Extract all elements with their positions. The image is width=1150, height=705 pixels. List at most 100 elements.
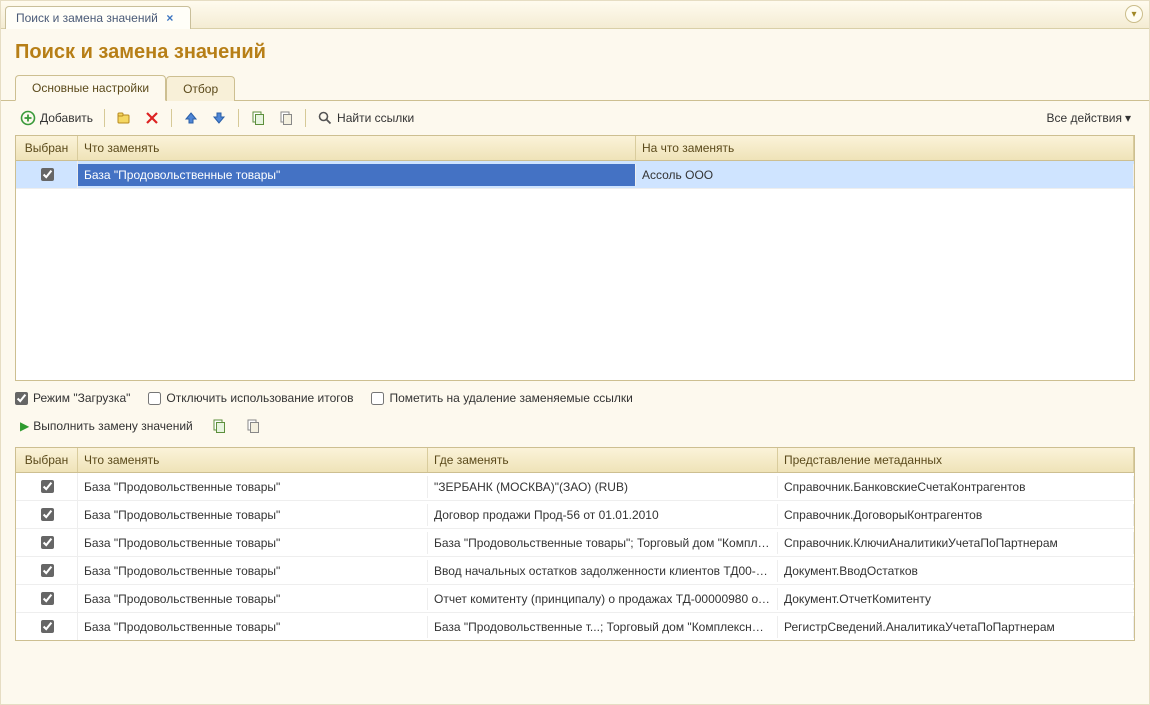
disable-totals-label: Отключить использование итогов: [166, 391, 353, 405]
execute-replace-button[interactable]: ▶ Выполнить замену значений: [15, 416, 198, 436]
execute-label: Выполнить замену значений: [33, 419, 193, 433]
row-checkbox[interactable]: [41, 620, 54, 633]
arrow-up-icon: [183, 110, 199, 126]
window-tab-title: Поиск и замена значений: [16, 11, 158, 25]
row-where[interactable]: Договор продажи Прод-56 от 01.01.2010: [428, 504, 778, 526]
col-selected[interactable]: Выбран: [16, 136, 78, 160]
move-up-button[interactable]: [178, 107, 204, 129]
row-checkbox[interactable]: [41, 536, 54, 549]
separator: [171, 109, 172, 127]
row-what[interactable]: База "Продовольственные товары": [78, 504, 428, 526]
table-row[interactable]: База "Продовольственные товары" Договор …: [16, 501, 1134, 529]
grid-body[interactable]: База "Продовольственные товары" Ассоль О…: [16, 161, 1134, 380]
tab-filter[interactable]: Отбор: [166, 76, 235, 101]
table-row[interactable]: База "Продовольственные товары" База "Пр…: [16, 529, 1134, 557]
paste-icon: [278, 110, 294, 126]
all-actions-menu[interactable]: Все действия ▾: [1043, 108, 1136, 128]
open-folder-icon: [116, 110, 132, 126]
row-meta[interactable]: Справочник.ДоговорыКонтрагентов: [778, 504, 1134, 526]
row-what[interactable]: База "Продовольственные товары": [78, 532, 428, 554]
mark-delete-input[interactable]: [371, 392, 384, 405]
row-where[interactable]: База "Продовольственные товары"; Торговы…: [428, 532, 778, 554]
find-links-button[interactable]: Найти ссылки: [312, 107, 419, 129]
all-actions-label: Все действия: [1047, 111, 1122, 125]
row-what[interactable]: База "Продовольственные товары": [78, 476, 428, 498]
paste-icon: [245, 418, 261, 434]
open-button[interactable]: [111, 107, 137, 129]
col-what[interactable]: Что заменять: [78, 448, 428, 472]
row-what[interactable]: База "Продовольственные товары": [78, 164, 636, 186]
row-checkbox-cell[interactable]: [16, 161, 78, 188]
grid-header: Выбран Что заменять На что заменять: [16, 136, 1134, 161]
delete-button[interactable]: [139, 107, 165, 129]
close-icon[interactable]: ×: [164, 12, 176, 24]
row-where[interactable]: "ЗЕРБАНК (МОСКВА)"(ЗАО) (RUB): [428, 476, 778, 498]
inner-tabs: Основные настройки Отбор: [1, 74, 1149, 101]
row-meta[interactable]: Справочник.КлючиАналитикиУчетаПоПартнера…: [778, 532, 1134, 554]
col-what[interactable]: Что заменять: [78, 136, 636, 160]
table-row[interactable]: База "Продовольственные товары" База "Пр…: [16, 613, 1134, 640]
row-checkbox[interactable]: [41, 564, 54, 577]
row-checkbox[interactable]: [41, 508, 54, 521]
chevron-down-icon[interactable]: ▾: [1125, 5, 1143, 23]
row-checkbox[interactable]: [41, 480, 54, 493]
mark-delete-label: Пометить на удаление заменяемые ссылки: [389, 391, 632, 405]
options-row: Режим "Загрузка" Отключить использование…: [1, 381, 1149, 411]
mark-delete-checkbox[interactable]: Пометить на удаление заменяемые ссылки: [371, 391, 632, 405]
execute-toolbar: ▶ Выполнить замену значений: [1, 411, 1149, 447]
paste-button[interactable]: [273, 107, 299, 129]
play-icon: ▶: [20, 419, 29, 433]
col-meta[interactable]: Представление метаданных: [778, 448, 1134, 472]
table-row[interactable]: База "Продовольственные товары" Ассоль О…: [16, 161, 1134, 189]
row-meta[interactable]: Документ.ОтчетКомитенту: [778, 588, 1134, 610]
add-button[interactable]: Добавить: [15, 107, 98, 129]
replace-values-grid: Выбран Что заменять На что заменять База…: [15, 135, 1135, 381]
window-tab[interactable]: Поиск и замена значений ×: [5, 6, 191, 29]
separator: [305, 109, 306, 127]
row-what[interactable]: База "Продовольственные товары": [78, 588, 428, 610]
grid-body[interactable]: База "Продовольственные товары" "ЗЕРБАНК…: [16, 473, 1134, 640]
load-mode-checkbox[interactable]: Режим "Загрузка": [15, 391, 130, 405]
row-to-what[interactable]: Ассоль ООО: [636, 164, 1134, 186]
toolbar: Добавить: [1, 101, 1149, 135]
delete-red-x-icon: [144, 110, 160, 126]
disable-totals-checkbox[interactable]: Отключить использование итогов: [148, 391, 353, 405]
row-checkbox[interactable]: [41, 168, 54, 181]
paste-button-2[interactable]: [240, 415, 266, 437]
row-where[interactable]: База "Продовольственные т...; Торговый д…: [428, 616, 778, 638]
find-links-label: Найти ссылки: [337, 111, 414, 125]
col-to-what[interactable]: На что заменять: [636, 136, 1134, 160]
table-row[interactable]: База "Продовольственные товары" Ввод нач…: [16, 557, 1134, 585]
copy-icon: [250, 110, 266, 126]
add-button-label: Добавить: [40, 111, 93, 125]
disable-totals-input[interactable]: [148, 392, 161, 405]
copy-button[interactable]: [245, 107, 271, 129]
links-grid: Выбран Что заменять Где заменять Предста…: [15, 447, 1135, 641]
col-selected[interactable]: Выбран: [16, 448, 78, 472]
row-checkbox[interactable]: [41, 592, 54, 605]
row-meta[interactable]: Справочник.БанковскиеСчетаКонтрагентов: [778, 476, 1134, 498]
move-down-button[interactable]: [206, 107, 232, 129]
page-title: Поиск и замена значений: [1, 29, 1149, 74]
separator: [104, 109, 105, 127]
load-mode-input[interactable]: [15, 392, 28, 405]
row-meta[interactable]: Документ.ВводОстатков: [778, 560, 1134, 582]
row-meta[interactable]: РегистрСведений.АналитикаУчетаПоПартнера…: [778, 616, 1134, 638]
app-window: Поиск и замена значений × ▾ Поиск и заме…: [0, 0, 1150, 705]
tab-main-settings[interactable]: Основные настройки: [15, 75, 166, 101]
search-icon: [317, 110, 333, 126]
arrow-down-icon: [211, 110, 227, 126]
row-where[interactable]: Отчет комитенту (принципалу) о продажах …: [428, 588, 778, 610]
window-tabbar: Поиск и замена значений × ▾: [1, 1, 1149, 29]
row-what[interactable]: База "Продовольственные товары": [78, 560, 428, 582]
load-mode-label: Режим "Загрузка": [33, 391, 130, 405]
plus-circle-icon: [20, 110, 36, 126]
copy-icon: [211, 418, 227, 434]
table-row[interactable]: База "Продовольственные товары" "ЗЕРБАНК…: [16, 473, 1134, 501]
row-what[interactable]: База "Продовольственные товары": [78, 616, 428, 638]
grid-header: Выбран Что заменять Где заменять Предста…: [16, 448, 1134, 473]
row-where[interactable]: Ввод начальных остатков задолженности кл…: [428, 560, 778, 582]
table-row[interactable]: База "Продовольственные товары" Отчет ко…: [16, 585, 1134, 613]
copy-button-2[interactable]: [206, 415, 232, 437]
col-where[interactable]: Где заменять: [428, 448, 778, 472]
